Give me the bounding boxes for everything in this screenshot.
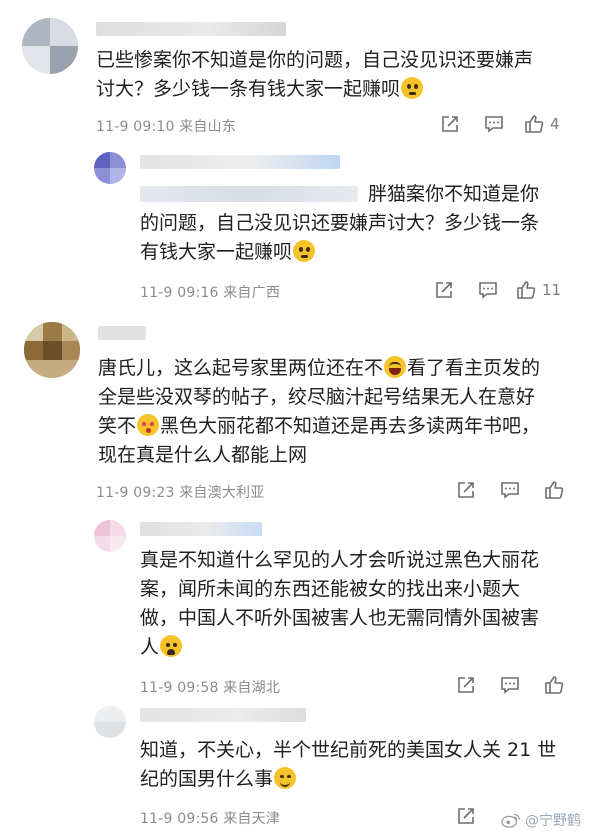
avatar[interactable]: [94, 706, 126, 738]
avatar[interactable]: [94, 520, 126, 552]
like-button[interactable]: [514, 278, 538, 302]
reply-time: 11-9 09:58: [140, 680, 219, 696]
share-button[interactable]: [438, 112, 462, 136]
like-button[interactable]: [542, 673, 566, 697]
reply-location: 来自天津: [223, 811, 281, 827]
like-icon: [545, 481, 564, 499]
reply-actions: [454, 673, 566, 697]
comment-text: 已些惨案你不知道是你的问题，自己没见识还要嫌声 讨大？多少钱一条有钱大家一起赚呗: [96, 49, 534, 100]
like-count: 11: [542, 281, 562, 299]
comment-location: 来自澳大利亚: [179, 485, 265, 501]
smiling-face-icon: [274, 767, 297, 789]
reply-location: 来自广西: [223, 285, 281, 301]
like-icon: [517, 281, 536, 299]
share-button[interactable]: [454, 673, 478, 697]
like-button[interactable]: [542, 478, 566, 502]
share-button[interactable]: [454, 804, 478, 828]
username-obscured[interactable]: [140, 522, 262, 536]
reply-text: 知道，不关心，半个世纪前死的美国女人关 21 世 纪的国男什么事: [140, 739, 557, 790]
share-icon: [458, 677, 474, 693]
comment-actions: 4: [438, 112, 560, 136]
avatar[interactable]: [94, 152, 126, 184]
like-icon: [525, 115, 544, 133]
avatar[interactable]: [24, 322, 80, 378]
share-button[interactable]: [432, 278, 456, 302]
share-icon: [442, 116, 458, 132]
reply-meta: 11-9 09:16 来自广西: [140, 282, 280, 302]
username-obscured[interactable]: [98, 326, 146, 340]
like-count: 4: [550, 115, 560, 133]
grinning-squinting-face-icon: [384, 356, 407, 378]
comment-icon: [501, 482, 519, 499]
comment-icon: [501, 677, 519, 694]
comment-icon: [485, 116, 503, 133]
comment-actions: [454, 478, 566, 502]
reply-meta: 11-9 09:56 来自天津: [140, 808, 280, 828]
share-icon: [458, 808, 474, 824]
watermark-handle: @宁野鹤: [525, 813, 581, 829]
comment-icon: [479, 282, 497, 299]
reply-location: 来自湖北: [223, 680, 281, 696]
reply-actions: 11: [432, 278, 561, 302]
weibo-logo-icon: [501, 813, 520, 828]
username-obscured[interactable]: [96, 22, 286, 36]
comment-button[interactable]: [498, 478, 522, 502]
reply-actions: [454, 804, 498, 828]
comment-button[interactable]: [498, 673, 522, 697]
kissing-face-icon: [137, 414, 160, 436]
comment-button[interactable]: [482, 112, 506, 136]
like-icon: [545, 676, 564, 694]
comment-text: 唐氏儿，这么起号家里两位还在不 看了看主页发的 全是些没双琴的帖子，绞尽脑汁起号结…: [98, 356, 541, 466]
sad-face-icon: [160, 635, 183, 657]
comment-time: 11-9 09:10: [96, 119, 175, 135]
avatar[interactable]: [22, 18, 78, 74]
reply-time: 11-9 09:56: [140, 811, 219, 827]
reply-time: 11-9 09:16: [140, 285, 219, 301]
comment-button[interactable]: [476, 278, 500, 302]
share-icon: [436, 282, 452, 298]
thinking-face-icon: [293, 240, 316, 262]
share-icon: [458, 482, 474, 498]
like-button[interactable]: [522, 112, 546, 136]
weibo-watermark: @宁野鹤: [501, 810, 581, 830]
username-obscured[interactable]: [140, 708, 306, 722]
share-button[interactable]: [454, 478, 478, 502]
reply-text: 胖猫案你不知道是你 的问题，自己没见识还要嫌声讨大？多少钱一条 有钱大家一起赚呗: [140, 183, 540, 263]
comment-meta: 11-9 09:23 来自澳大利亚: [96, 482, 264, 502]
comment-meta: 11-9 09:10 来自山东: [96, 116, 236, 136]
reply-text: 真是不知道什么罕见的人才会听说过黑色大丽花 案，闻所未闻的东西还能被女的找出来小…: [140, 549, 540, 658]
comment-time: 11-9 09:23: [96, 485, 175, 501]
comment-location: 来自山东: [179, 119, 237, 135]
reply-meta: 11-9 09:58 来自湖北: [140, 677, 280, 697]
username-obscured[interactable]: [140, 155, 340, 169]
thinking-face-icon: [401, 77, 424, 99]
